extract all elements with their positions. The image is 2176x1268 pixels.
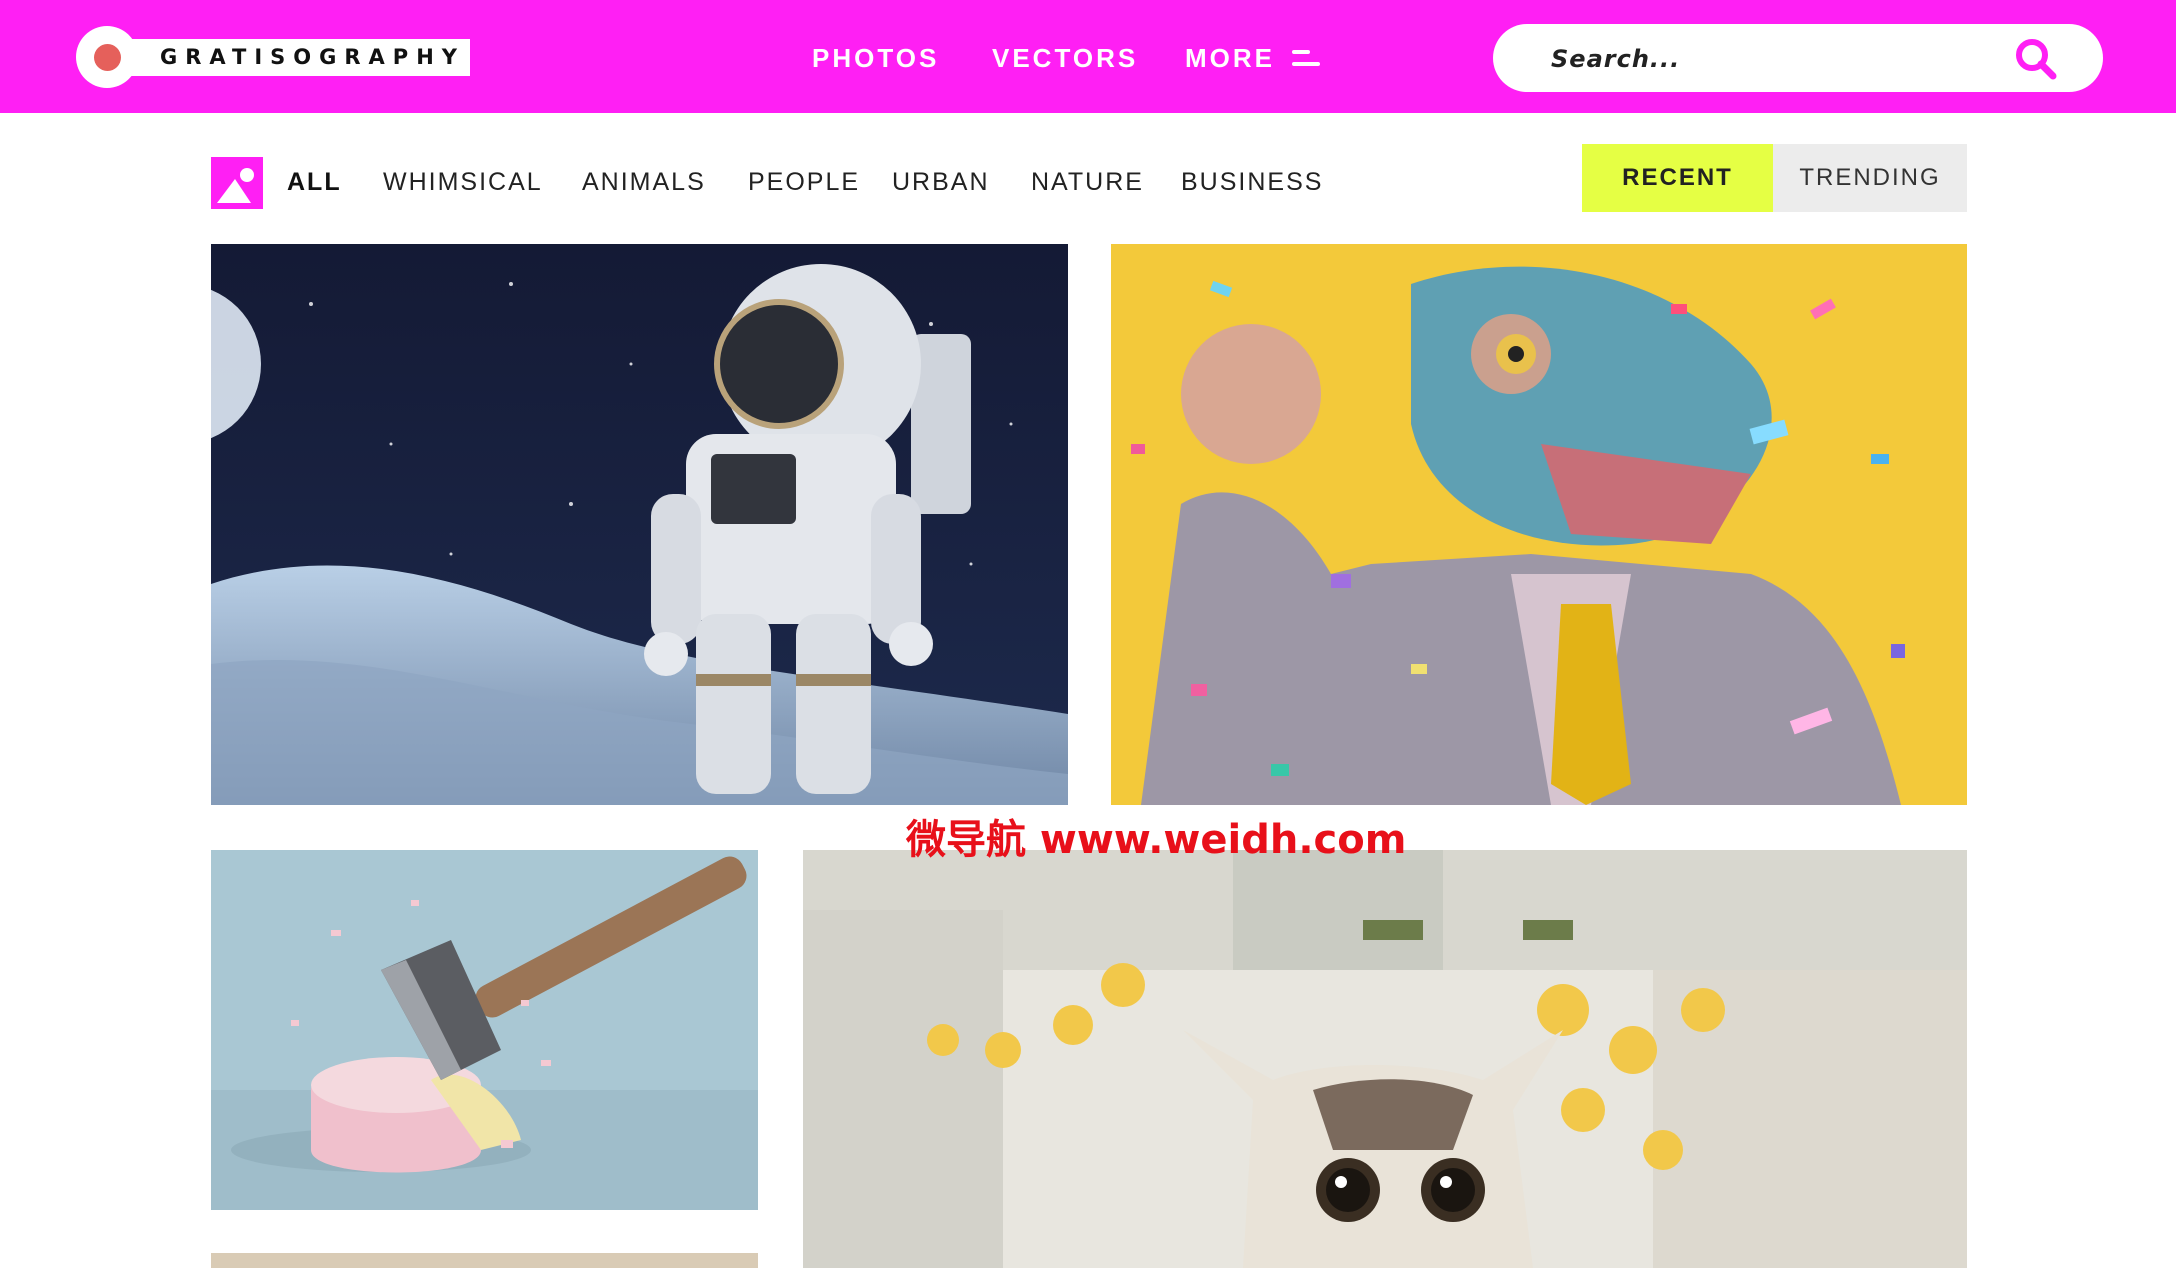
filter-business[interactable]: BUSINESS	[1181, 164, 1323, 200]
filter-people[interactable]: PEOPLE	[748, 164, 860, 200]
photo-card-dinosaur[interactable]	[1111, 244, 1967, 805]
photo-category-icon	[211, 157, 263, 209]
brand-name: GRATISOGRAPHY	[160, 45, 465, 69]
nav-photos-link[interactable]: PHOTOS	[812, 40, 939, 76]
photo-card-astronaut[interactable]	[211, 244, 1068, 805]
search-input[interactable]	[1549, 38, 1993, 80]
watermark-text: 微导航 www.weidh.com	[906, 817, 1407, 863]
search-bar	[1493, 24, 2103, 92]
sort-recent-button[interactable]: RECENT	[1582, 144, 1773, 212]
filter-whimsical[interactable]: WHIMSICAL	[383, 164, 543, 200]
axe-cake-photo	[211, 850, 758, 1210]
photo-card-axe-cake[interactable]	[211, 850, 758, 1210]
nav-more-link[interactable]: MORE	[1185, 40, 1275, 76]
sort-trending-button[interactable]: TRENDING	[1773, 144, 1967, 212]
menu-lines-icon[interactable]	[1292, 50, 1320, 68]
filter-urban[interactable]: URBAN	[892, 164, 990, 200]
photo-card-cat[interactable]	[803, 850, 1967, 1268]
site-header: GRATISOGRAPHY PHOTOS VECTORS MORE	[0, 0, 2176, 113]
filter-all[interactable]: ALL	[287, 164, 342, 200]
nav-vectors-link[interactable]: VECTORS	[992, 40, 1138, 76]
search-icon[interactable]	[2013, 36, 2059, 82]
filter-animals[interactable]: ANIMALS	[582, 164, 706, 200]
dinosaur-photo	[1111, 244, 1967, 805]
logo-dot-icon	[94, 44, 121, 71]
filter-nature[interactable]: NATURE	[1031, 164, 1144, 200]
photo-card-partial[interactable]	[211, 1253, 758, 1268]
cat-photo	[803, 850, 1967, 1268]
astronaut-photo	[211, 244, 1068, 805]
